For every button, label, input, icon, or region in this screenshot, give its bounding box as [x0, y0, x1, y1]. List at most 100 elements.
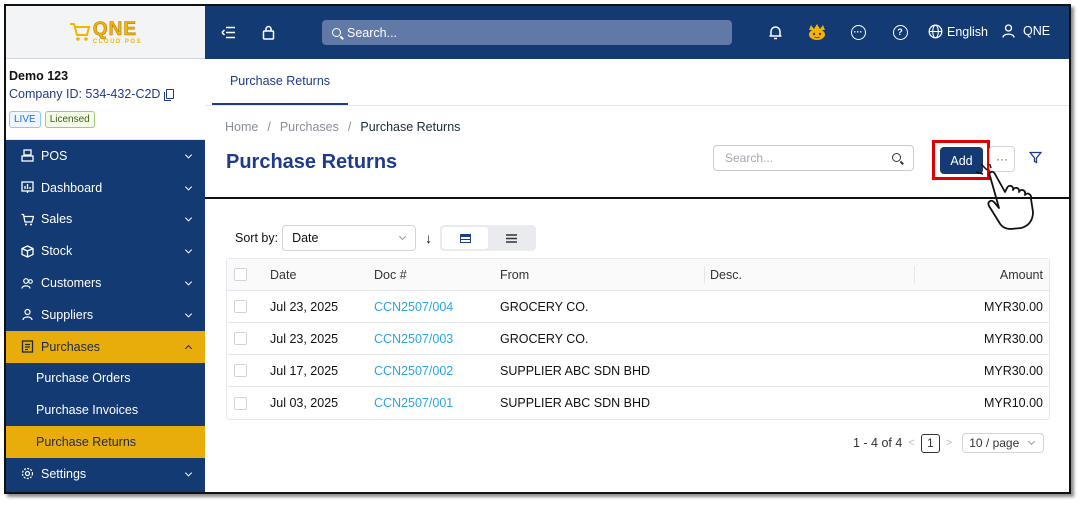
company-id: Company ID: 534-432-C2D — [9, 87, 201, 101]
cell-date: Jul 03, 2025 — [270, 396, 339, 410]
search-input[interactable]: Search... — [713, 145, 914, 171]
collapse-menu-icon[interactable] — [219, 23, 237, 41]
sidebar-item-dashboard[interactable]: Dashboard — [6, 172, 205, 204]
cell-amount: MYR30.00 — [983, 363, 1043, 378]
sort-direction-icon[interactable]: ↓ — [425, 230, 432, 246]
bell-icon[interactable] — [766, 23, 784, 41]
column-header-desc[interactable]: Desc. — [710, 268, 742, 282]
sidebar-subitem-label: Purchase Invoices — [36, 403, 139, 418]
cell-amount: MYR30.00 — [983, 331, 1043, 346]
row-checkbox[interactable] — [234, 364, 247, 377]
column-header-amount[interactable]: Amount — [1000, 268, 1043, 282]
sidebar-item-customers[interactable]: Customers — [6, 267, 205, 299]
breadcrumb: Home / Purchases / Purchase Returns — [225, 120, 460, 134]
chevron-down-icon — [184, 310, 193, 318]
purchase-returns-table: Date Doc # From Desc. Amount Jul 23, 202… — [226, 258, 1050, 420]
mascot-icon[interactable] — [806, 23, 828, 41]
top-bar: Search... ··· ? English QNE — [205, 6, 1069, 59]
prev-page-icon[interactable]: < — [908, 437, 914, 449]
sidebar-subitem-purchase-orders[interactable]: Purchase Orders — [6, 363, 205, 395]
user-name: QNE — [1023, 24, 1051, 38]
sidebar-item-label: Dashboard — [41, 180, 103, 195]
cell-date: Jul 17, 2025 — [270, 363, 339, 378]
breadcrumb-purchases[interactable]: Purchases — [280, 120, 339, 134]
table-row[interactable]: Jul 23, 2025 CCN2507/003 GROCERY CO. MYR… — [227, 323, 1049, 355]
table-view-button[interactable] — [442, 227, 489, 249]
language-selector[interactable]: English — [928, 24, 988, 39]
list-view-button[interactable] — [488, 227, 534, 249]
main-content: Purchase Returns Home / Purchases / Purc… — [205, 59, 1069, 492]
chevron-down-icon — [184, 246, 193, 254]
table-row[interactable]: Jul 03, 2025 CCN2507/001 SUPPLIER ABC SD… — [227, 387, 1049, 419]
qne-logo: QNE CLOUD POS — [69, 19, 143, 45]
cell-doc-link[interactable]: CCN2507/002 — [374, 364, 453, 378]
chat-icon[interactable]: ··· — [849, 23, 867, 41]
sidebar-item-label: Stock — [41, 244, 73, 259]
company-name: Demo 123 — [9, 69, 69, 83]
cell-from: GROCERY CO. — [500, 299, 589, 314]
tab-purchase-returns[interactable]: Purchase Returns — [212, 59, 348, 105]
chevron-down-icon — [184, 278, 193, 286]
sidebar-item-pos[interactable]: POS — [6, 140, 205, 172]
column-divider — [914, 266, 915, 284]
sort-value: Date — [292, 231, 319, 245]
select-all-checkbox[interactable] — [234, 268, 247, 281]
user-menu[interactable]: QNE — [1002, 24, 1050, 38]
sidebar-item-suppliers[interactable]: Suppliers — [6, 299, 205, 331]
global-search-input[interactable]: Search... — [322, 20, 732, 45]
logo-sub-text: CLOUD POS — [92, 38, 143, 45]
logo-area[interactable]: QNE CLOUD POS — [6, 6, 205, 59]
cell-doc-link[interactable]: CCN2507/004 — [374, 300, 453, 314]
chevron-down-icon — [184, 214, 193, 223]
cell-doc-link[interactable]: CCN2507/001 — [374, 396, 453, 410]
page-size-select[interactable]: 10 / page — [962, 433, 1045, 453]
page-title: Purchase Returns — [226, 151, 398, 173]
column-header-doc[interactable]: Doc # — [374, 268, 407, 282]
column-header-date[interactable]: Date — [270, 268, 296, 282]
cart-logo-icon — [69, 23, 91, 41]
chevron-down-icon — [1028, 437, 1036, 446]
sidebar-item-settings[interactable]: Settings — [6, 458, 205, 490]
chevron-down-icon — [399, 232, 407, 241]
copy-icon[interactable] — [164, 89, 175, 101]
purchases-icon — [20, 340, 34, 354]
next-page-icon[interactable]: > — [946, 437, 952, 449]
sidebar-item-purchases[interactable]: Purchases — [6, 330, 205, 363]
page-number-button[interactable]: 1 — [920, 433, 940, 453]
sidebar: QNE CLOUD POS Demo 123 Company ID: 534-4… — [6, 6, 205, 492]
sidebar-item-stock[interactable]: Stock — [6, 235, 205, 267]
table-row[interactable]: Jul 17, 2025 CCN2507/002 SUPPLIER ABC SD… — [227, 355, 1049, 387]
cell-amount: MYR30.00 — [983, 299, 1043, 314]
sidebar-item-label: Suppliers — [41, 307, 94, 322]
global-search-placeholder: Search... — [347, 25, 398, 40]
company-id-text: Company ID: 534-432-C2D — [9, 87, 161, 101]
breadcrumb-home[interactable]: Home — [225, 120, 258, 134]
lock-icon[interactable] — [259, 23, 277, 41]
sidebar-subitem-purchase-returns[interactable]: Purchase Returns — [6, 426, 205, 458]
company-info: Demo 123 Company ID: 534-432-C2D LIVE Li… — [6, 59, 205, 140]
column-header-from[interactable]: From — [500, 268, 529, 282]
row-checkbox[interactable] — [234, 396, 247, 410]
sidebar-subitem-label: Purchase Orders — [36, 371, 131, 386]
sidebar-item-sales[interactable]: Sales — [6, 204, 205, 236]
settings-icon — [20, 467, 34, 481]
sidebar-item-label: Customers — [41, 276, 102, 291]
chevron-up-icon — [184, 344, 193, 352]
suppliers-icon — [20, 308, 34, 322]
cell-doc-link[interactable]: CCN2507/003 — [374, 332, 453, 346]
globe-icon — [928, 24, 943, 39]
sidebar-subitem-purchase-invoices[interactable]: Purchase Invoices — [6, 394, 205, 426]
help-icon[interactable]: ? — [891, 23, 909, 41]
pagination: 1 - 4 of 4 < 1 > 10 / page — [853, 433, 1045, 453]
cell-from: SUPPLIER ABC SDN BHD — [500, 396, 651, 410]
cell-date: Jul 23, 2025 — [270, 299, 339, 314]
table-row[interactable]: Jul 23, 2025 CCN2507/004 GROCERY CO. MYR… — [227, 291, 1049, 323]
app-window: QNE CLOUD POS Demo 123 Company ID: 534-4… — [4, 4, 1071, 494]
list-view-icon — [505, 233, 517, 243]
search-icon — [332, 28, 341, 37]
cell-from: GROCERY CO. — [500, 331, 589, 346]
sort-select[interactable]: Date — [282, 225, 417, 251]
pos-icon — [20, 149, 34, 163]
row-checkbox[interactable] — [234, 300, 247, 313]
row-checkbox[interactable] — [234, 332, 247, 345]
